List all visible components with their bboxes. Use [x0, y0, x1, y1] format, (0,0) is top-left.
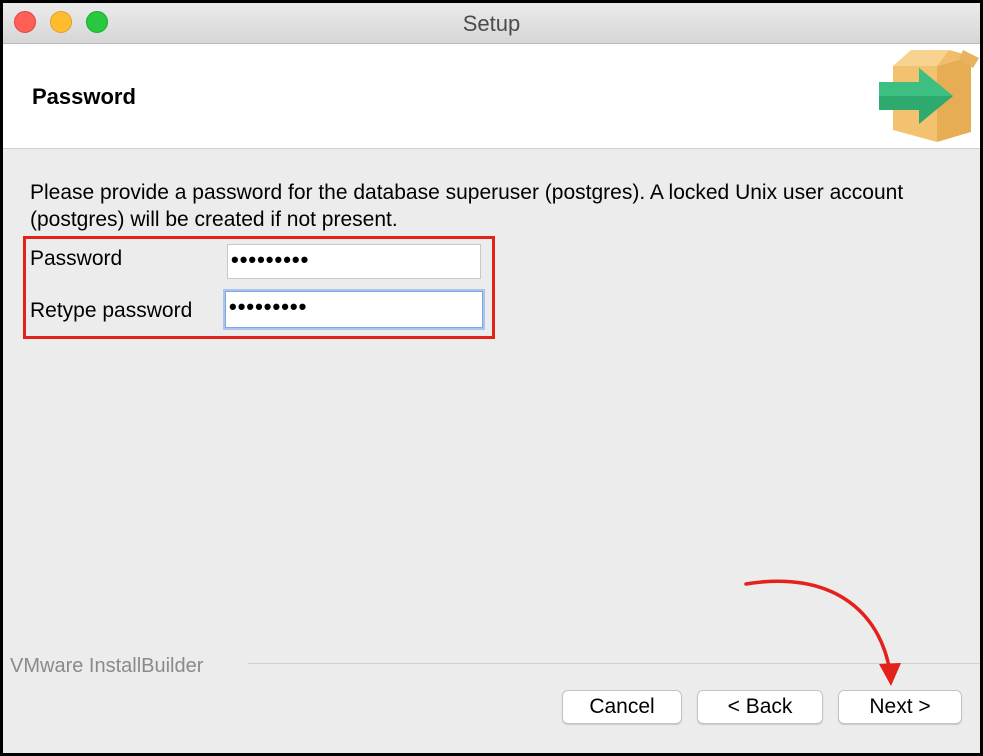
- page-title: Password: [32, 84, 136, 109]
- installer-box-arrow-icon: [879, 50, 979, 142]
- retype-password-label: Retype password: [30, 299, 193, 322]
- page-header: Password: [3, 44, 980, 149]
- retype-password-field[interactable]: •••••••••: [225, 291, 483, 328]
- title-bar: Setup: [3, 3, 980, 44]
- footer-divider: [248, 663, 980, 664]
- intro-text: Please provide a password for the databa…: [30, 181, 904, 231]
- password-field[interactable]: •••••••••: [227, 244, 481, 279]
- window-title: Setup: [462, 11, 521, 36]
- cancel-button[interactable]: Cancel: [562, 690, 682, 724]
- back-button[interactable]: < Back: [697, 690, 823, 724]
- next-button[interactable]: Next >: [838, 690, 962, 724]
- password-label: Password: [30, 247, 123, 270]
- setup-window: Setup Password Please provide a password…: [0, 0, 983, 756]
- footer-brand: VMware InstallBuilder: [10, 655, 204, 677]
